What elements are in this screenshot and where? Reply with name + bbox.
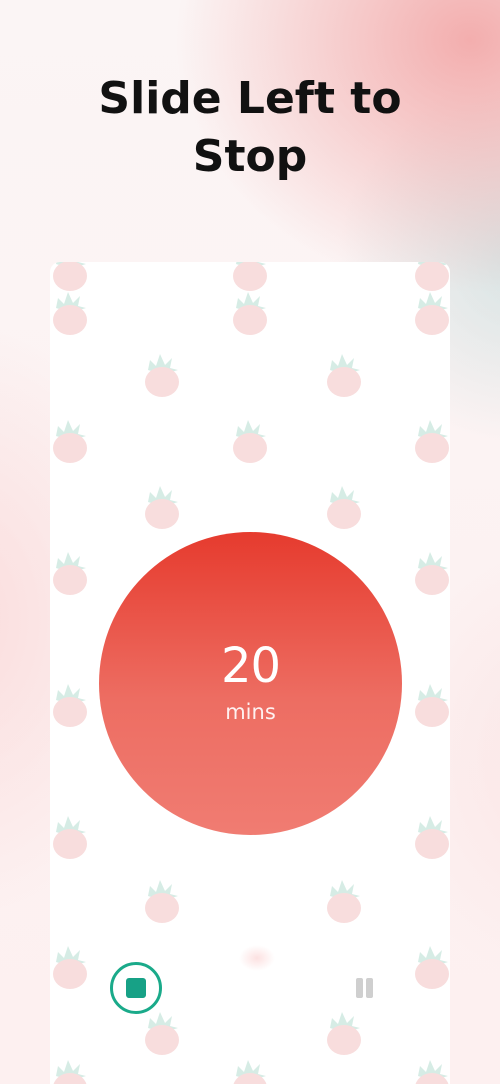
headline-line-1: Slide Left to (98, 73, 402, 124)
stop-button[interactable] (110, 962, 162, 1014)
headline-line-2: Stop (192, 131, 308, 182)
pause-button[interactable] (350, 972, 380, 1006)
slide-indicator (239, 945, 275, 971)
timer-dial[interactable]: 20 mins (99, 532, 402, 835)
stop-icon (126, 978, 146, 998)
headline: Slide Left to Stop (0, 70, 500, 186)
timer-value: 20 (220, 638, 281, 694)
timer-unit: mins (225, 700, 276, 724)
phone-screen: 20 mins (50, 262, 450, 1084)
pause-icon (356, 978, 363, 998)
